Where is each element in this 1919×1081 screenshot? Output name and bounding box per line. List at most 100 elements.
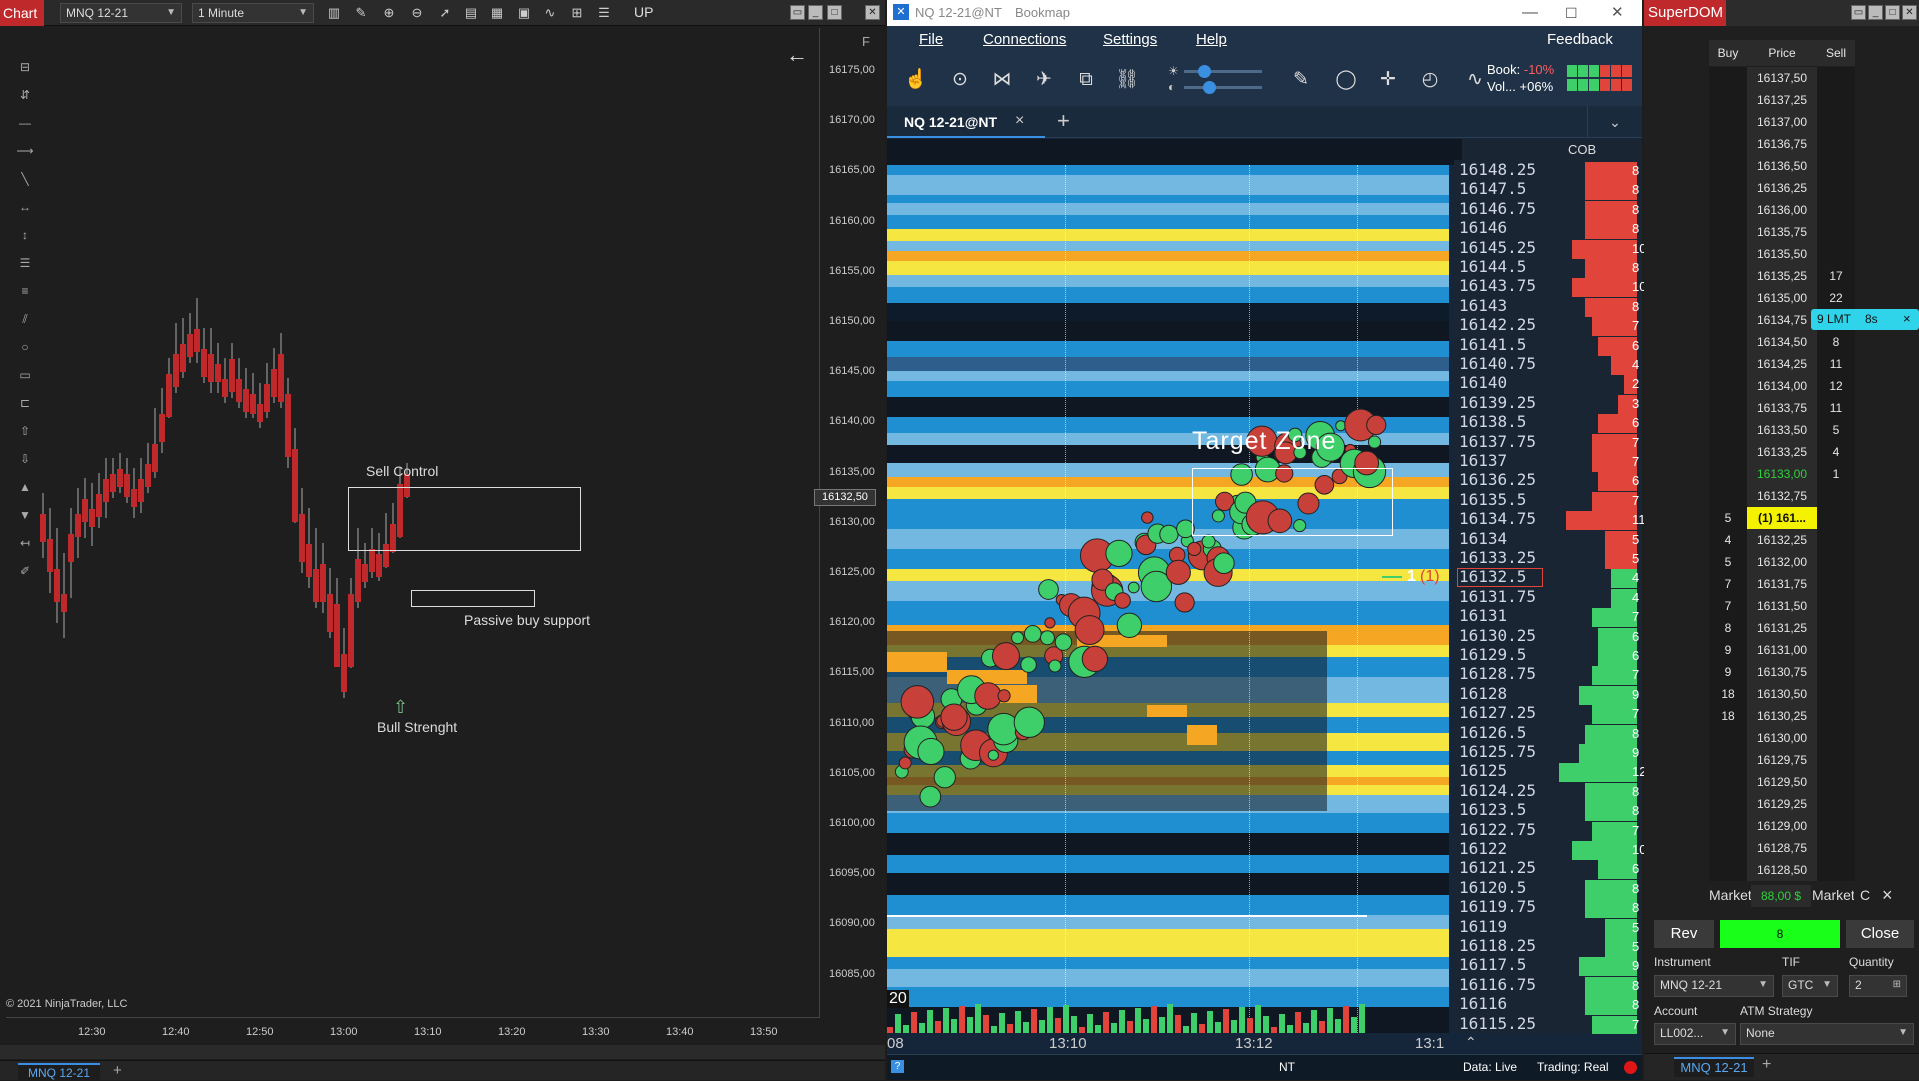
dom-sell-cell[interactable]: 17 [1817,265,1855,287]
dom-sell-cell[interactable] [1817,683,1855,705]
dom-buy-cell[interactable]: 9 [1709,639,1747,661]
record-icon[interactable] [1624,1061,1637,1074]
dom-sell-cell[interactable] [1817,199,1855,221]
sell-control-box[interactable] [348,487,581,551]
ray-icon[interactable]: ⟶ [14,144,36,164]
dom-buy-cell[interactable] [1709,155,1747,177]
dom-row[interactable]: 16135,75 [1709,221,1855,243]
dom-sell-cell[interactable] [1817,155,1855,177]
region-icon[interactable]: ↤ [14,536,36,556]
interval-select[interactable]: 1 Minute ▼ [192,3,314,23]
pointer-icon[interactable]: ➚ [436,4,454,22]
dom-sell-cell[interactable]: 8 [1817,331,1855,353]
dom-row[interactable]: 16128,75 [1709,837,1855,859]
reverse-button[interactable]: Rev [1654,920,1714,948]
dom-buy-cell[interactable]: 4 [1709,529,1747,551]
dom-buy-cell[interactable] [1709,221,1747,243]
contrast-handle[interactable] [1203,81,1216,94]
dom-buy-cell[interactable] [1709,353,1747,375]
dom-sell-cell[interactable] [1817,111,1855,133]
dom-row[interactable]: 16135,50 [1709,243,1855,265]
market-sell-button[interactable]: Market [1812,887,1854,903]
dom-sell-cell[interactable] [1817,639,1855,661]
dom-buy-cell[interactable] [1709,771,1747,793]
dom-sell-cell[interactable] [1817,485,1855,507]
dom-row[interactable]: 16128,50 [1709,859,1855,881]
dom-row[interactable]: 5 16132,00 [1709,551,1855,573]
dom-sell-cell[interactable]: 22 [1817,287,1855,309]
dom-row[interactable]: 16129,50 [1709,771,1855,793]
layers-icon[interactable]: ⧉ [1072,66,1100,94]
fibonacci-icon[interactable]: ☰ [14,256,36,276]
close-icon[interactable]: ✕ [1611,0,1624,26]
maximize-icon[interactable]: □ [1885,5,1900,20]
dom-row[interactable]: 9 16131,00 [1709,639,1855,661]
dom-buy-cell[interactable] [1709,199,1747,221]
zoom-out-icon[interactable]: ⊖ [408,4,426,22]
instrument-select[interactable]: MNQ 12-21 ▼ [60,3,182,23]
dom-buy-cell[interactable] [1709,375,1747,397]
dom-sell-cell[interactable]: 4 [1817,441,1855,463]
chart-tab[interactable]: MNQ 12-21 [18,1063,100,1081]
feedback-button[interactable]: Feedback [1547,31,1613,48]
dom-row[interactable]: 16129,00 [1709,815,1855,837]
arrow-up-icon[interactable]: ⇧ [14,424,36,444]
dom-buy-cell[interactable] [1709,111,1747,133]
dom-row[interactable]: 16136,50 [1709,155,1855,177]
dom-sell-cell[interactable] [1817,595,1855,617]
dom-row[interactable]: 16136,25 [1709,177,1855,199]
dom-sell-cell[interactable] [1817,837,1855,859]
c-button[interactable]: C [1860,887,1870,903]
dom-sell-cell[interactable]: 12 [1817,375,1855,397]
dom-buy-cell[interactable] [1709,749,1747,771]
maximize-icon[interactable]: ☐ [1565,0,1578,26]
dom-row[interactable]: 4 16132,25 [1709,529,1855,551]
dom-row[interactable]: 16130,00 [1709,727,1855,749]
dom-row[interactable]: 16135,25 17 [1709,265,1855,287]
chart-wave-icon[interactable]: ∿ [1461,66,1489,94]
dom-buy-cell[interactable] [1709,441,1747,463]
pen-icon[interactable]: ✐ [14,564,36,584]
dom-buy-cell[interactable] [1709,89,1747,111]
menu-help[interactable]: Help [1196,31,1227,48]
dom-sell-cell[interactable] [1817,89,1855,111]
menu-settings[interactable]: Settings [1103,31,1157,48]
zoom-in-icon[interactable]: ⊕ [380,4,398,22]
dom-row[interactable]: 16134,00 12 [1709,375,1855,397]
horizontal-scrollbar[interactable] [0,1045,885,1059]
brightness-handle[interactable] [1198,65,1211,78]
ellipse-icon[interactable]: ○ [14,340,36,360]
dom-row[interactable]: 16137,50 [1709,67,1855,89]
hand-icon[interactable]: ☝ [902,66,930,94]
menu-file[interactable]: File [919,31,943,48]
strategies-icon[interactable]: ⊞ [568,4,586,22]
dom-row[interactable]: 16129,25 [1709,793,1855,815]
link-icon[interactable]: ⛓ [1113,66,1141,94]
chat-icon[interactable]: ◯ [1332,66,1360,94]
dom-sell-cell[interactable] [1817,177,1855,199]
dom-row[interactable]: 7 16131,50 [1709,595,1855,617]
crosshair-icon[interactable]: ✛ [1374,66,1402,94]
dom-row[interactable]: 9 16130,75 [1709,661,1855,683]
maximize-icon[interactable]: □ [827,5,842,20]
dom-sell-cell[interactable] [1817,661,1855,683]
share-icon[interactable]: ⋈ [988,66,1016,94]
templates-icon[interactable]: ▣ [515,4,533,22]
add-tab-button[interactable]: + [1762,1056,1771,1074]
dom-buy-cell[interactable]: 18 [1709,705,1747,727]
tif-select[interactable]: GTC ▼ [1782,975,1838,997]
dom-row[interactable]: 16135,00 22 [1709,287,1855,309]
dom-row[interactable]: 16133,50 5 [1709,419,1855,441]
dom-row[interactable]: 16134,50 8 [1709,331,1855,353]
add-tab-button[interactable]: + [1057,108,1070,134]
dom-row[interactable]: 8 16131,25 [1709,617,1855,639]
dom-row[interactable]: 16137,00 [1709,111,1855,133]
dom-sell-cell[interactable] [1817,771,1855,793]
dom-sell-cell[interactable] [1817,815,1855,837]
dom-row[interactable]: 16134,25 11 [1709,353,1855,375]
f-label[interactable]: F [862,34,870,49]
dom-row[interactable]: 7 16131,75 [1709,573,1855,595]
close-icon[interactable]: × [1882,885,1893,906]
dom-buy-cell[interactable] [1709,463,1747,485]
dom-row[interactable]: 18 16130,50 [1709,683,1855,705]
